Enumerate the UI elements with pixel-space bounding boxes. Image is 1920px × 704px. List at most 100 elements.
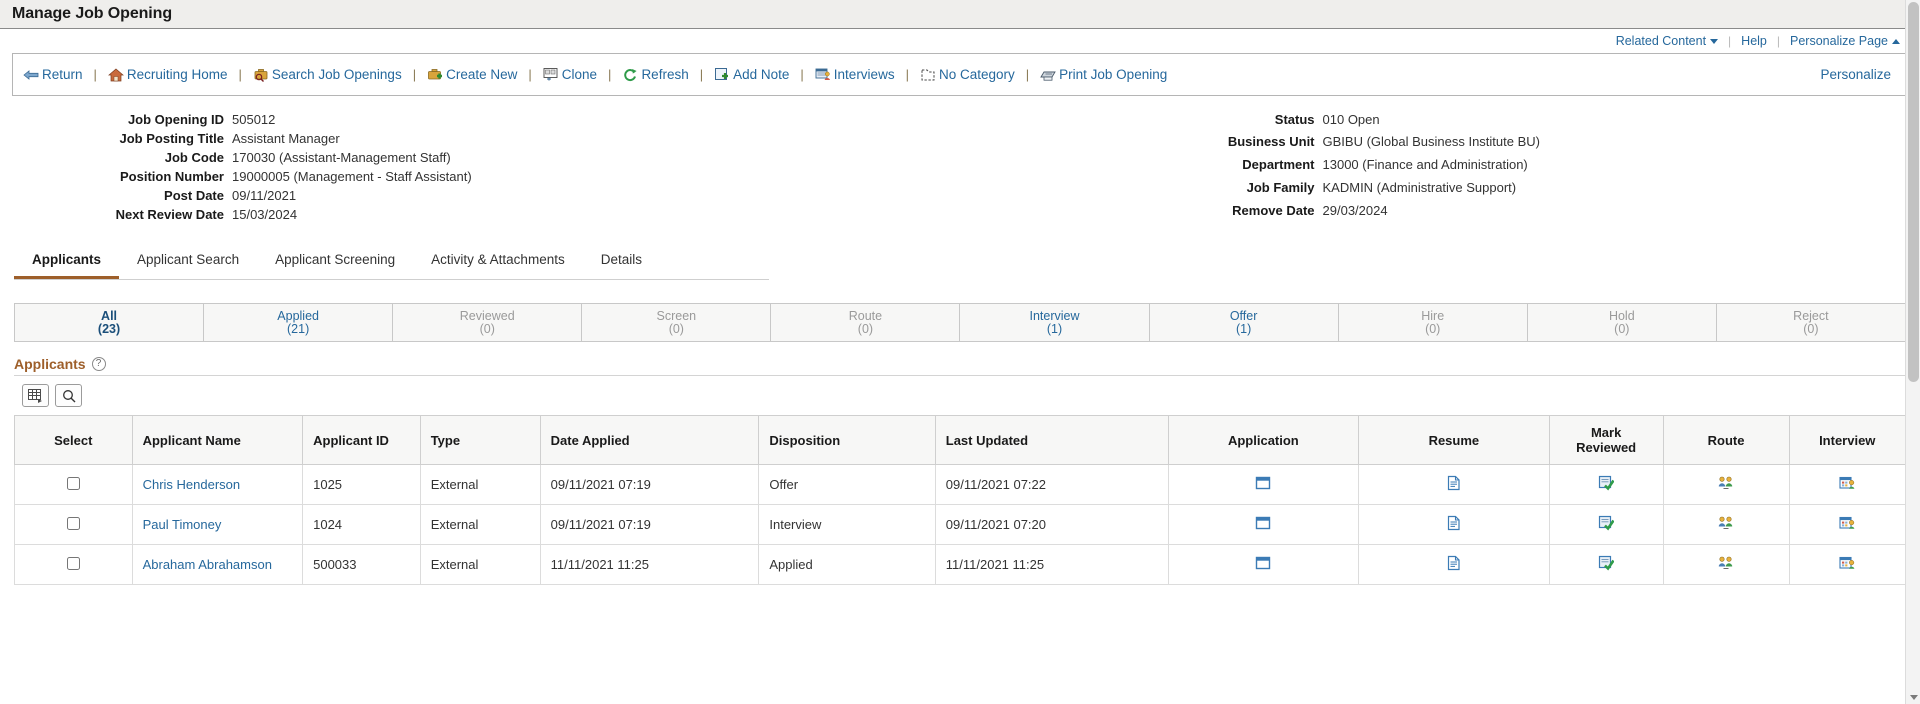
job-header-value: KADMIN (Administrative Support)	[1322, 179, 1517, 195]
cell-type: External	[419, 464, 541, 505]
cell-last-updated: 11/11/2021 11:25	[934, 544, 1169, 585]
scroll-down-arrow-icon[interactable]	[1910, 695, 1918, 700]
select-checkbox[interactable]	[66, 476, 80, 490]
cell-applicant-id: 500033	[302, 544, 421, 585]
resume-document-icon	[1447, 555, 1460, 571]
route-link[interactable]	[1718, 516, 1734, 534]
mark-reviewed-icon	[1599, 475, 1615, 491]
status-tab-interview[interactable]: Interview (1)	[960, 304, 1150, 341]
find-button[interactable]	[55, 384, 82, 407]
status-tab-label: Interview	[1029, 308, 1080, 323]
column-header-applicant-id: Applicant ID	[302, 415, 421, 465]
applicants-grid-box: Select Applicant Name Applicant ID Type Date…	[14, 375, 1906, 585]
job-header-label: Job Posting Title	[119, 130, 225, 146]
column-header-route: Route	[1662, 415, 1790, 465]
applicant-name-link[interactable]: Abraham Abrahamson	[143, 557, 272, 572]
toolbar-refresh-button[interactable]: Refresh	[620, 67, 690, 83]
interview-link[interactable]	[1839, 556, 1855, 574]
help-link[interactable]: Help	[1731, 34, 1777, 48]
tab-applicant-search[interactable]: Applicant Search	[119, 248, 257, 279]
job-header-field: Business Unit GBIBU (Global Business Inst…	[840, 133, 1540, 156]
cell-resume	[1358, 464, 1550, 505]
toolbar-separator: |	[905, 67, 909, 82]
table-row: Abraham Abrahamson 500033 External 11/11/20…	[14, 544, 1906, 585]
toolbar-no-category-button[interactable]: No Category	[918, 67, 1017, 83]
cell-mark-reviewed	[1548, 504, 1664, 545]
toolbar-create-new-button[interactable]: Create New	[425, 67, 519, 83]
route-link[interactable]	[1718, 476, 1734, 494]
interview-link[interactable]	[1839, 476, 1855, 494]
table-header-row: Select Applicant Name Applicant ID Type Date…	[14, 415, 1906, 465]
disposition-status-tab-bar: All (23) Applied (21) Reviewed (0) Screen (0) Ro…	[14, 303, 1906, 342]
interview-calendar-icon	[1839, 556, 1855, 569]
toolbar-recruiting-home-button[interactable]: Recruiting Home	[106, 67, 230, 83]
application-link[interactable]	[1255, 516, 1271, 534]
application-link[interactable]	[1255, 556, 1271, 574]
resume-link[interactable]	[1446, 475, 1462, 494]
status-tab-applied[interactable]: Applied (21)	[204, 304, 394, 341]
toolbar-search-job-openings-button[interactable]: Search Job Openings	[251, 67, 404, 83]
job-header-field: Post Date 09/11/2021	[0, 186, 840, 205]
page-title: Manage Job Opening	[12, 5, 172, 22]
return-arrow-icon	[23, 69, 39, 80]
cell-mark-reviewed	[1548, 544, 1664, 585]
toolbar-interviews-button[interactable]: Interviews	[813, 67, 897, 83]
search-briefcase-icon	[254, 68, 268, 82]
cell-mark-reviewed	[1548, 464, 1664, 505]
interviews-icon	[815, 68, 830, 80]
select-checkbox[interactable]	[66, 516, 80, 530]
status-tab-reject: Reject (0)	[1717, 304, 1905, 341]
briefcase-plus-icon	[428, 68, 443, 79]
toolbar-print-job-opening-button[interactable]: Print Job Opening	[1038, 67, 1169, 83]
cell-interview	[1788, 504, 1906, 545]
mark-reviewed-link[interactable]	[1598, 515, 1615, 534]
tab-applicant-screening[interactable]: Applicant Screening	[257, 248, 413, 279]
tab-details[interactable]: Details	[583, 248, 660, 279]
table-row: Paul Timoney 1024 External 09/11/2021 07:19…	[14, 504, 1906, 545]
column-header-type: Type	[419, 415, 541, 465]
route-link[interactable]	[1718, 556, 1734, 574]
related-content-link[interactable]: Related Content	[1606, 34, 1728, 48]
help-icon[interactable]: ?	[91, 357, 106, 371]
page-title-bar: Manage Job Opening	[0, 0, 1920, 29]
scrollbar-thumb[interactable]	[1908, 2, 1919, 382]
resume-link[interactable]	[1446, 555, 1462, 574]
personalize-toolbar-link[interactable]: Personalize	[1820, 67, 1899, 82]
tab-applicants[interactable]: Applicants	[14, 248, 120, 279]
utility-link-row: Related Content | Help | Personalize Pag…	[0, 29, 1920, 53]
toolbar-clone-button[interactable]: Clone	[541, 67, 599, 83]
status-tab-all[interactable]: All (23)	[15, 304, 205, 341]
related-content-label: Related Content	[1615, 34, 1707, 48]
resume-link[interactable]	[1446, 515, 1462, 534]
applicant-name-link[interactable]: Chris Henderson	[143, 477, 241, 492]
mark-reviewed-link[interactable]	[1598, 475, 1615, 494]
resume-document-icon	[1447, 515, 1460, 531]
job-opening-header: Job Opening ID 505012 Job Posting Title Ass…	[0, 96, 1920, 230]
applicant-name-link[interactable]: Paul Timoney	[143, 517, 222, 532]
cell-route	[1662, 504, 1790, 545]
tab-activity-attachments[interactable]: Activity & Attachments	[413, 248, 583, 279]
personalize-page-link[interactable]: Personalize Page	[1780, 34, 1910, 48]
toolbar-item-label: Interviews	[833, 67, 895, 82]
status-tab-offer[interactable]: Offer (1)	[1150, 304, 1339, 341]
application-link[interactable]	[1255, 476, 1271, 494]
toolbar-add-note-button[interactable]: Add Note	[712, 67, 791, 83]
application-window-icon	[1256, 516, 1271, 530]
cell-disposition: Applied	[758, 544, 936, 585]
personalize-grid-button[interactable]	[22, 384, 49, 407]
toolbar-return-button[interactable]: Return	[21, 67, 85, 83]
toolbar-separator: |	[1025, 67, 1030, 82]
toolbar-items: Return | Recruiting Home | Search Job Openin…	[21, 67, 1820, 83]
job-header-value: 170030 (Assistant-Management Staff)	[232, 149, 451, 165]
select-checkbox[interactable]	[66, 556, 80, 570]
status-tab-label: Reject	[1793, 308, 1829, 323]
job-header-field: Job Opening ID 505012	[0, 110, 840, 129]
status-tab-count: (0)	[1614, 321, 1630, 336]
interview-calendar-icon	[1839, 516, 1855, 529]
job-header-value: 13000 (Finance and Administration)	[1322, 157, 1528, 173]
job-header-value: Assistant Manager	[232, 130, 340, 146]
interview-link[interactable]	[1839, 516, 1855, 534]
main-tab-bar: Applicants Applicant Search Applicant Scre…	[14, 248, 769, 280]
mark-reviewed-link[interactable]	[1598, 555, 1615, 574]
vertical-scrollbar[interactable]	[1905, 0, 1920, 704]
